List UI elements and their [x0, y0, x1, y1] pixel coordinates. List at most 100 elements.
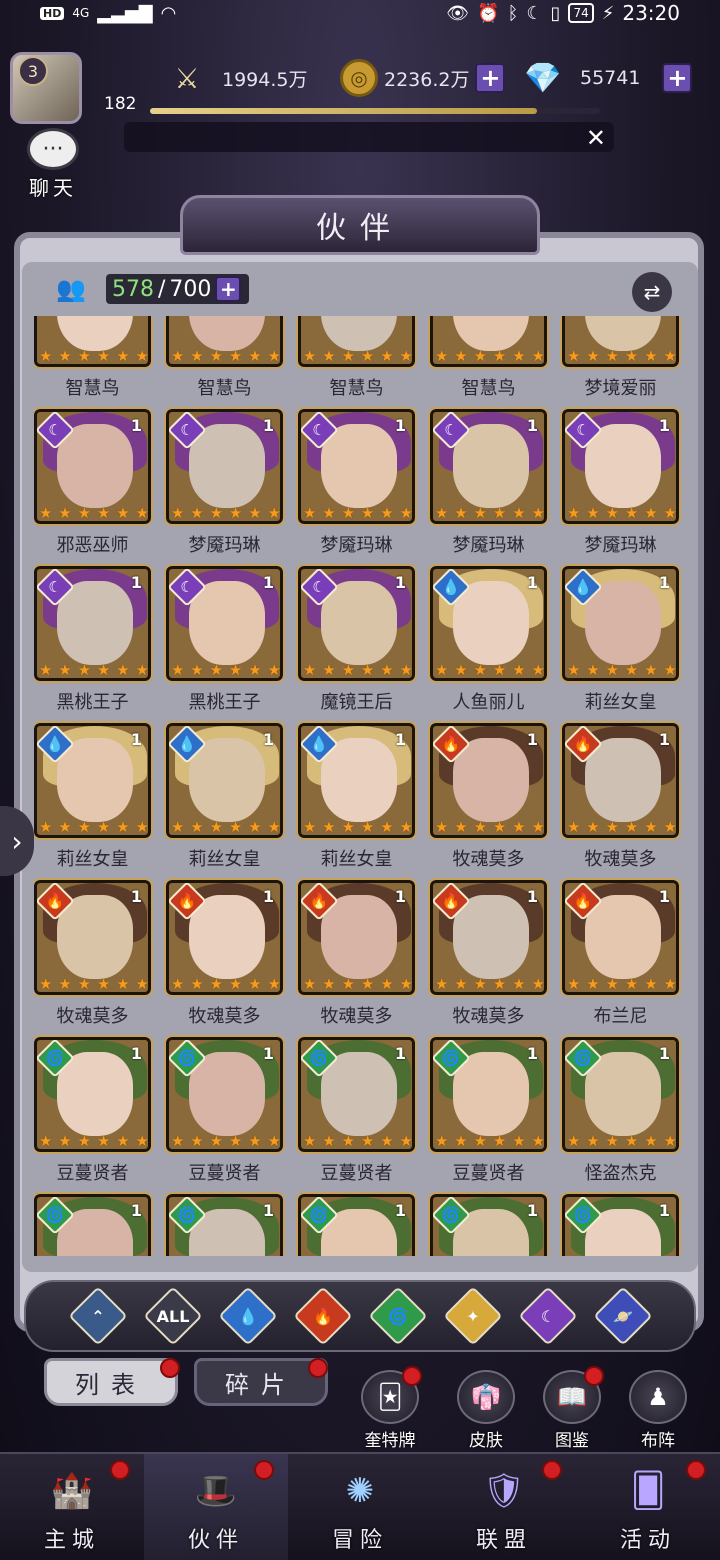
hero-card[interactable]: ☾ 1 ★★★★★★ 智慧鸟 — [428, 316, 549, 409]
hero-card[interactable]: 🔥 1 ★ ★ ★ ★ ★ ★ 牧魂莫多 — [560, 721, 681, 880]
star-icon: ★ — [39, 347, 53, 365]
hero-card[interactable]: 🌀 1 ★★★★★★ — [560, 1192, 681, 1256]
skin-button[interactable]: 👘 皮肤 — [446, 1370, 526, 1451]
nav-event[interactable]: 🂠 活动 — [576, 1454, 720, 1560]
chat-button[interactable]: ··· 聊天 — [16, 128, 90, 202]
wind-icon: 🌀 — [387, 1306, 408, 1326]
hero-card[interactable]: 🌀 1 ★ ★ ★ ★ ★ ★ 豆蔓贤者 — [164, 1035, 285, 1194]
star-rating: ★ ★ ★ ★ ★ ★ — [171, 347, 281, 365]
atlas-button[interactable]: 📖 图鉴 — [532, 1366, 612, 1451]
filter-dark[interactable]: ☾ — [517, 1286, 578, 1346]
hero-count: 1 — [262, 730, 274, 749]
hero-card[interactable]: ☾ 1 ★ ★ ★ ★ ★ ★ 梦魇玛琳 — [428, 407, 549, 566]
hero-card[interactable]: 🔥 1 ★ ★ ★ ★ ★ ★ 牧魂莫多 — [164, 878, 285, 1037]
hero-card[interactable]: ☾ 1 ★ ★ ★ ★ ★ ★ 黑桃王子 — [34, 564, 153, 723]
filter-fire[interactable]: 🔥 — [292, 1286, 353, 1346]
hero-card[interactable]: 💧 1 ★ ★ ★ ★ ★ ★ 人鱼丽儿 — [428, 564, 549, 723]
star-icon: ★ — [322, 504, 336, 522]
hero-card[interactable]: 🌀 1 ★★★★★★ — [296, 1192, 417, 1256]
nav-partner-label: 伙伴 — [187, 1528, 244, 1553]
hero-card[interactable]: ☾ 1 ★ ★ ★ ★ ★ ★ 梦魇玛琳 — [296, 407, 417, 566]
sort-toggle-button[interactable]: ⇄ — [632, 272, 672, 312]
star-icon: ★ — [171, 975, 185, 993]
hero-card[interactable]: 🌀 1 ★ ★ ★ ★ ★ ★ 豆蔓贤者 — [34, 1035, 153, 1194]
hero-grid[interactable]: ☾ 1 ★★★★★★ 智慧鸟 ☾ 1 ★★★★★★ 智慧鸟 — [34, 316, 684, 1256]
hero-name: 莉丝女皇 — [584, 692, 657, 713]
hero-card[interactable]: 🔥 1 ★ ★ ★ ★ ★ ★ 牧魂莫多 — [428, 878, 549, 1037]
hero-card[interactable]: 🔥 1 ★ ★ ★ ★ ★ ★ 牧魂莫多 — [296, 878, 417, 1037]
filter-wind[interactable]: 🌀 — [367, 1286, 428, 1346]
planet-icon: 🪐 — [612, 1306, 633, 1326]
tab-list[interactable]: 列表 — [44, 1358, 178, 1406]
energy-value: 182 — [104, 94, 137, 114]
expand-capacity-button[interactable]: + — [215, 276, 242, 302]
hero-card[interactable]: ☾ 1 ★ ★ ★ ★ ★ ★ 魔镜王后 — [296, 564, 417, 723]
star-rating: ★ ★ ★ ★ ★ ★ — [303, 662, 412, 678]
filter-planet[interactable]: 🪐 — [592, 1286, 653, 1346]
formation-icon: ♟ — [629, 1370, 687, 1424]
formation-button[interactable]: ♟ 布阵 — [618, 1370, 698, 1451]
filter-arrow-up[interactable]: ⌃ — [67, 1286, 128, 1346]
hero-card[interactable]: ☾ 1 ★★★★★★ 智慧鸟 — [34, 316, 153, 409]
star-icon: ★ — [644, 661, 658, 679]
hero-name: 豆蔓贤者 — [56, 1163, 129, 1184]
hero-card[interactable]: 🌀 1 ★★★★★★ — [428, 1192, 549, 1256]
hero-card[interactable]: 🌀 1 ★★★★★★ — [34, 1192, 153, 1256]
hero-name: 莉丝女皇 — [320, 849, 393, 870]
hero-card[interactable]: 💧 1 ★ ★ ★ ★ ★ ★ 莉丝女皇 — [34, 721, 153, 880]
hero-card[interactable]: 🔥 1 ★ ★ ★ ★ ★ ★ 牧魂莫多 — [34, 878, 153, 1037]
close-icon[interactable]: ✕ — [586, 124, 606, 152]
hero-face — [453, 316, 529, 351]
tarot-button[interactable]: 🃏 奎特牌 — [350, 1366, 430, 1451]
hero-card[interactable]: ☾ 1 ★★★★★★ 智慧鸟 — [164, 316, 285, 409]
hero-card[interactable]: 🔥 1 ★ ★ ★ ★ ★ ★ 牧魂莫多 — [428, 721, 549, 880]
star-icon: ★ — [624, 1132, 639, 1150]
hero-card[interactable]: 🌀 1 ★ ★ ★ ★ ★ ★ 怪盗杰克 — [560, 1035, 681, 1194]
filter-holy[interactable]: ✦ — [442, 1286, 503, 1346]
wind-icon: 🌀 — [441, 1206, 461, 1224]
nav-city[interactable]: 🏰 主城 — [0, 1454, 144, 1560]
hero-card[interactable]: ☾ 1 ★ ★ ★ ★ ★ ★ 梦魇玛琳 — [164, 407, 285, 566]
star-icon: ★ — [454, 661, 468, 679]
star-icon: ★ — [605, 1132, 620, 1150]
tab-list-label: 列表 — [75, 1370, 147, 1399]
star-icon: ★ — [322, 975, 336, 993]
hero-card[interactable]: ☾ 1 ★★★★★★ 梦境爱丽 — [560, 316, 681, 409]
hero-card[interactable]: 🌀 1 ★★★★★★ — [164, 1192, 285, 1256]
nav-adventure[interactable]: ✺ 冒险 — [288, 1454, 432, 1560]
star-icon: ★ — [267, 347, 281, 365]
hero-card[interactable]: ☾ 1 ★★★★★★ 智慧鸟 — [296, 316, 417, 409]
star-icon: ★ — [267, 1132, 281, 1150]
hero-card[interactable]: 💧 1 ★ ★ ★ ★ ★ ★ 莉丝女皇 — [164, 721, 285, 880]
star-icon: ★ — [341, 975, 356, 993]
star-icon: ★ — [39, 975, 53, 993]
nav-partner[interactable]: 🎩 伙伴 — [144, 1454, 288, 1560]
hero-card[interactable]: 🌀 1 ★ ★ ★ ★ ★ ★ 豆蔓贤者 — [296, 1035, 417, 1194]
chat-label: 聊天 — [29, 176, 77, 200]
star-icon: ★ — [135, 1132, 149, 1150]
hero-card[interactable]: ☾ 1 ★ ★ ★ ★ ★ ★ 黑桃王子 — [164, 564, 285, 723]
water-icon: 💧 — [177, 735, 197, 753]
filter-all[interactable]: ALL — [142, 1286, 203, 1346]
hero-card[interactable]: 🌀 1 ★ ★ ★ ★ ★ ★ 豆蔓贤者 — [428, 1035, 549, 1194]
filter-water[interactable]: 💧 — [217, 1286, 278, 1346]
water-icon: 💧 — [45, 735, 65, 753]
star-icon: ★ — [341, 1132, 356, 1150]
wind-icon: 🌀 — [573, 1206, 593, 1224]
add-diamond-button[interactable]: + — [662, 63, 693, 93]
water-icon: 💧 — [573, 578, 593, 596]
hero-card[interactable]: 💧 1 ★ ★ ★ ★ ★ ★ 莉丝女皇 — [560, 564, 681, 723]
star-icon: ★ — [531, 347, 545, 365]
add-gold-button[interactable]: + — [475, 63, 506, 93]
wind-icon: 🌀 — [573, 1049, 593, 1067]
formation-label: 布阵 — [641, 1431, 675, 1451]
light-icon: ☾ — [312, 578, 326, 596]
hero-count: 1 — [130, 416, 142, 435]
hero-card[interactable]: 🔥 1 ★ ★ ★ ★ ★ ★ 布兰尼 — [560, 878, 681, 1037]
star-icon: ★ — [380, 1132, 394, 1150]
hero-card[interactable]: ☾ 1 ★ ★ ★ ★ ★ ★ 邪恶巫师 — [34, 407, 153, 566]
hero-card[interactable]: ☾ 1 ★ ★ ★ ★ ★ ★ 梦魇玛琳 — [560, 407, 681, 566]
nav-alliance[interactable]: 🛡 联盟 — [432, 1454, 576, 1560]
player-avatar[interactable]: 3 — [10, 52, 90, 132]
hero-card[interactable]: 💧 1 ★ ★ ★ ★ ★ ★ 莉丝女皇 — [296, 721, 417, 880]
